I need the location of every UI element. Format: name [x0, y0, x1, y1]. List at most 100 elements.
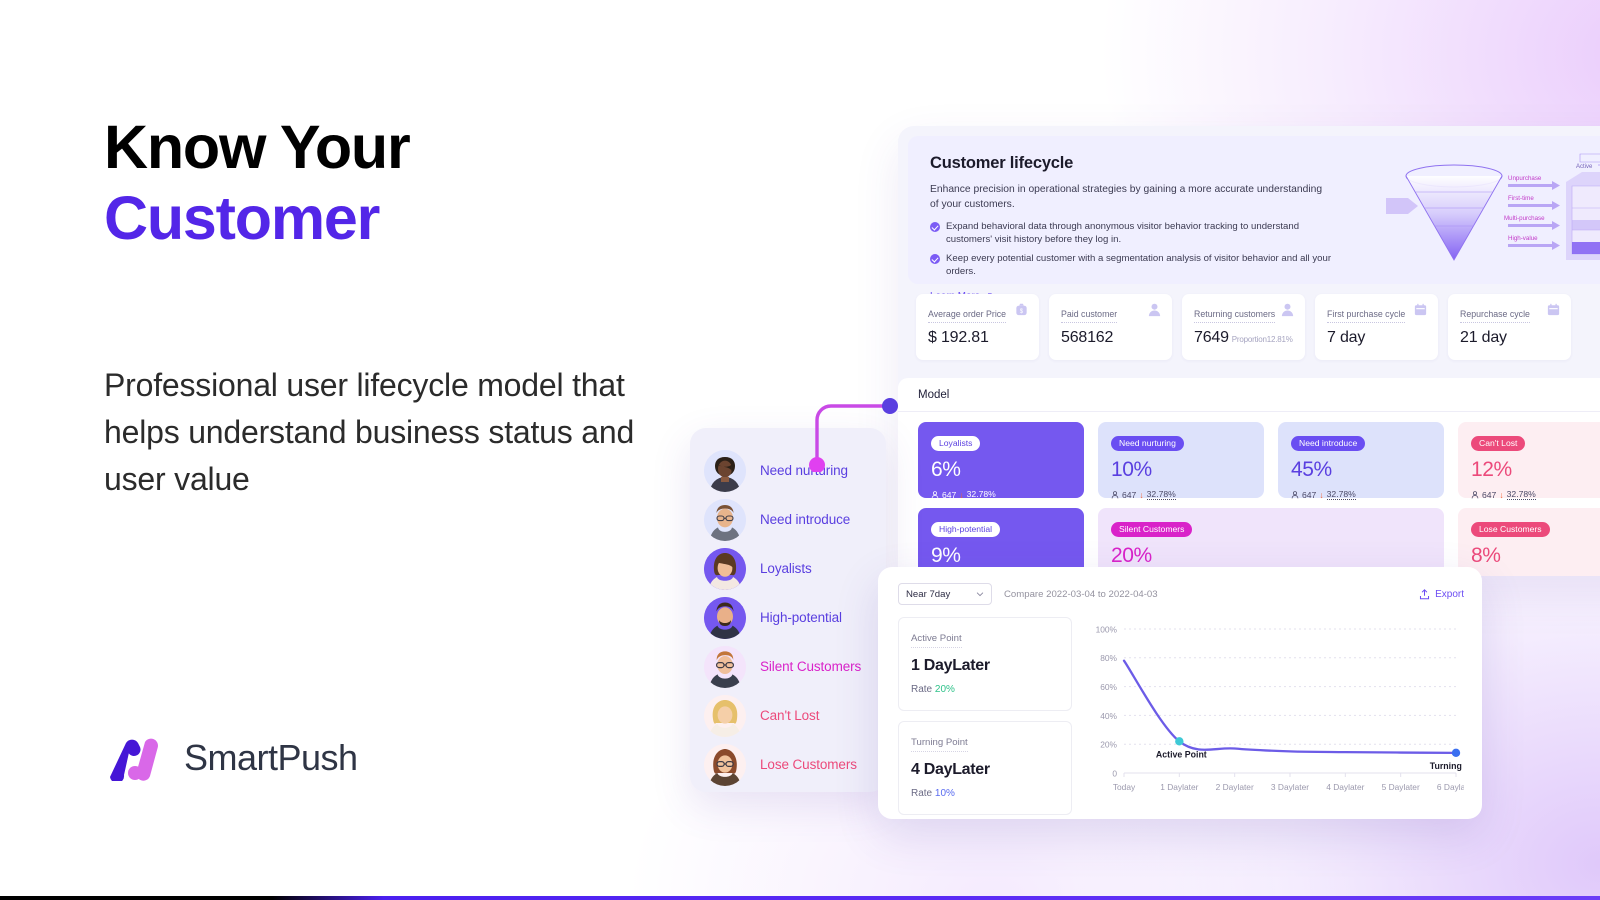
- list-item[interactable]: Loyalists: [704, 544, 886, 593]
- date-range-select[interactable]: Near 7day: [898, 583, 992, 605]
- segment-percent: 8%: [1471, 544, 1501, 567]
- segment-percent: 10%: [1111, 458, 1152, 481]
- list-item-label: Need introduce: [760, 512, 851, 527]
- segment-card-cant-lost[interactable]: Can't Lost 12% 647 ↓ 32.78%: [1458, 422, 1600, 500]
- stat-label: Turning Point: [911, 737, 968, 752]
- lifecycle-bullet: Keep every potential customer with a seg…: [930, 252, 1334, 278]
- avatar: [704, 449, 746, 492]
- person-icon: [1471, 490, 1479, 498]
- segment-count: 647: [942, 489, 957, 500]
- chevron-down-icon: [976, 592, 984, 597]
- model-header: Model Key Index: [898, 378, 1600, 412]
- hero-subtitle: Professional user lifecycle model that h…: [104, 367, 635, 497]
- metric-card: Average order Price $ 192.81 $: [916, 294, 1039, 360]
- list-item[interactable]: Silent Customers: [704, 642, 886, 691]
- metrics-row: Average order Price $ 192.81 $ Paid cust…: [916, 294, 1600, 360]
- stat-rate: Rate 10%: [911, 788, 1059, 799]
- segment-card-silent-customers[interactable]: Silent Customers 20% 647 ↑ 32.78%: [1098, 508, 1444, 576]
- export-icon: [1420, 588, 1430, 599]
- customer-lifecycle-card: Customer lifecycle Enhance precision in …: [908, 136, 1600, 302]
- segment-count: 647: [1482, 489, 1497, 500]
- connector-dot-source: [809, 457, 825, 473]
- stat-card-active-point: Active Point 1 DayLater Rate 20%: [898, 617, 1072, 711]
- metric-label: Paid customer: [1061, 309, 1118, 323]
- segment-delta: 32.78%: [966, 489, 996, 500]
- segment-badge: Loyalists: [931, 435, 981, 451]
- avatar: [704, 694, 746, 737]
- list-item[interactable]: High-potential: [704, 593, 886, 642]
- stat-value: 1 DayLater: [911, 657, 990, 674]
- metric-value: 21 day: [1460, 329, 1507, 346]
- x-axis-tick-label: Today: [1113, 782, 1136, 792]
- export-button[interactable]: Export: [1419, 589, 1464, 600]
- segment-delta: 32.78%: [1146, 489, 1176, 500]
- brand-logo: SmartPush: [104, 735, 358, 784]
- hero-section: Know Your Customer Professional user lif…: [104, 112, 704, 503]
- segment-footer: 647 ↓ 32.78%: [1471, 489, 1600, 500]
- segment-card-high-potential[interactable]: High-potential 9% 647 ↓ 32.78%: [918, 508, 1084, 576]
- connector-dot-target: [882, 398, 898, 414]
- compare-range-text: Compare 2022-03-04 to 2022-04-03: [1004, 588, 1158, 600]
- metric-value: 568162: [1061, 329, 1114, 346]
- y-axis-tick-label: 0: [1112, 768, 1117, 778]
- retention-chart-panel: Near 7day Compare 2022-03-04 to 2022-04-…: [878, 567, 1486, 819]
- list-item[interactable]: Need introduce: [704, 495, 886, 544]
- page-title: Know Your Customer: [104, 112, 704, 254]
- segment-percent: 45%: [1291, 458, 1332, 481]
- chart-body: Active Point 1 DayLater Rate 20% Turning…: [898, 617, 1486, 825]
- x-axis-tick-label: 5 Daylater: [1382, 782, 1420, 792]
- metric-proportion: Proportion12.81%: [1231, 335, 1293, 344]
- stat-rate-value: 10%: [934, 788, 955, 799]
- smartpush-logo-icon: [104, 735, 166, 784]
- segment-percent: 9%: [931, 544, 961, 567]
- segment-card-loyalists[interactable]: Loyalists 6% 647 ↓ 32.78%: [918, 422, 1084, 500]
- segment-card-need-nurturing[interactable]: Need nurturing 10% 647 ↓ 32.78%: [1098, 422, 1264, 500]
- funnel-stage-label: First-time: [1508, 195, 1534, 202]
- lifecycle-bullet-text: Expand behavioral data through anonymous…: [946, 221, 1300, 245]
- segment-avatar-list: Need nurturing Need introduce Loyalists …: [690, 428, 886, 792]
- metric-card: Returning customers 7649 Proportion12.81%: [1182, 294, 1305, 360]
- stat-card-turning-point: Turning Point 4 DayLater Rate 10%: [898, 721, 1072, 815]
- metric-label: Average order Price: [928, 309, 1007, 323]
- connector-line: [780, 382, 910, 473]
- x-axis-tick-label: 2 Daylater: [1216, 782, 1254, 792]
- stat-value: 4 DayLater: [911, 761, 990, 778]
- person-icon: [1291, 490, 1299, 498]
- metric-card: Paid customer 568162: [1049, 294, 1172, 360]
- segment-footer: 647 ↓ 32.78%: [1291, 489, 1431, 500]
- segment-percent: 12%: [1471, 458, 1512, 481]
- list-item-label: Lose Customers: [760, 757, 857, 772]
- stat-rate: Rate 20%: [911, 684, 1059, 695]
- segment-badge: Silent Customers: [1111, 521, 1193, 537]
- bottom-color-strip: [0, 896, 1600, 900]
- avatar: [704, 645, 746, 688]
- metric-label: Repurchase cycle: [1460, 309, 1530, 323]
- segment-card-need-introduce[interactable]: Need introduce 45% 647 ↓ 32.78%: [1278, 422, 1444, 500]
- person-icon: [1280, 302, 1295, 317]
- check-circle-icon: [930, 254, 940, 264]
- trend-down-icon: ↓: [1139, 489, 1144, 500]
- segment-badge: High-potential: [931, 521, 1001, 537]
- list-item[interactable]: Can't Lost: [704, 691, 886, 740]
- chart-annotation-marker: [1175, 737, 1184, 746]
- x-axis-tick-label: 4 Daylater: [1326, 782, 1364, 792]
- segment-badge: Can't Lost: [1471, 435, 1526, 451]
- lifecycle-bullet-text: Keep every potential customer with a seg…: [946, 253, 1332, 277]
- list-item[interactable]: Lose Customers: [704, 740, 886, 789]
- segment-card-lose-customers[interactable]: Lose Customers 8% 647 ↓ 32.78%: [1458, 508, 1600, 576]
- funnel-stage-label: Unpurchase: [1508, 175, 1542, 182]
- segment-delta: 32.78%: [1507, 575, 1536, 576]
- person-icon: [931, 490, 939, 498]
- segment-delta: 32.78%: [1506, 489, 1536, 500]
- segment-count: 647: [1122, 489, 1137, 500]
- x-axis-tick-label: 3 Daylater: [1271, 782, 1309, 792]
- cube-label: Active: [1576, 164, 1593, 170]
- segment-count: 647: [1482, 576, 1496, 577]
- y-axis-tick-label: 60%: [1100, 682, 1117, 692]
- money-bag-icon: $: [1014, 302, 1029, 317]
- metric-value: 7 day: [1327, 329, 1366, 346]
- export-label: Export: [1435, 588, 1464, 600]
- x-axis-tick-label: 1 Daylater: [1160, 782, 1198, 792]
- trend-down-icon: ↓: [959, 489, 964, 500]
- segment-percent: 6%: [931, 458, 961, 481]
